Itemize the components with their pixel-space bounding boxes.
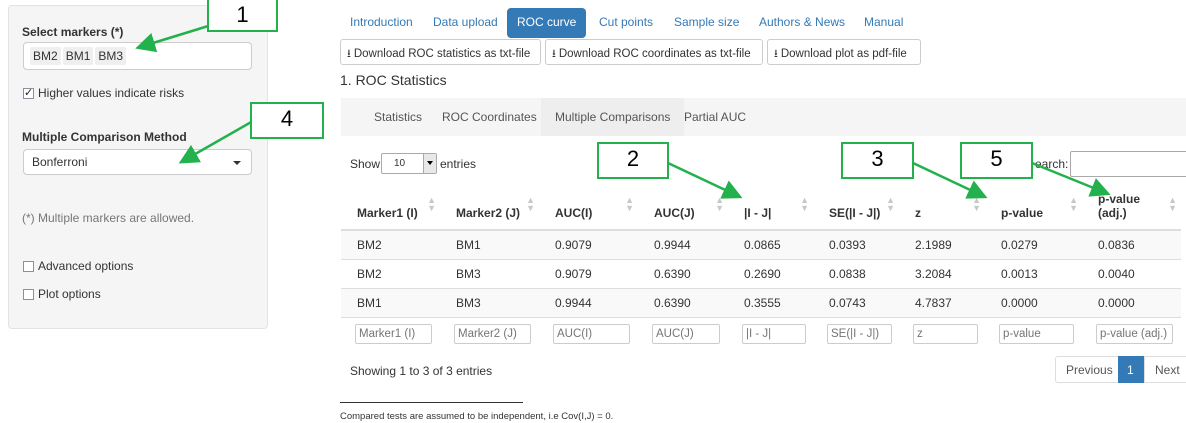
callout-3: 3 bbox=[841, 142, 914, 179]
callout-1: 1 bbox=[207, 0, 278, 32]
callout-4: 4 bbox=[250, 102, 324, 139]
annotation-arrow bbox=[667, 161, 743, 199]
callout-5: 5 bbox=[960, 142, 1033, 179]
annotation-arrows bbox=[135, 21, 1111, 199]
annotation-arrow bbox=[178, 119, 254, 164]
callout-2: 2 bbox=[597, 142, 669, 179]
annotation-arrow bbox=[1031, 161, 1111, 197]
